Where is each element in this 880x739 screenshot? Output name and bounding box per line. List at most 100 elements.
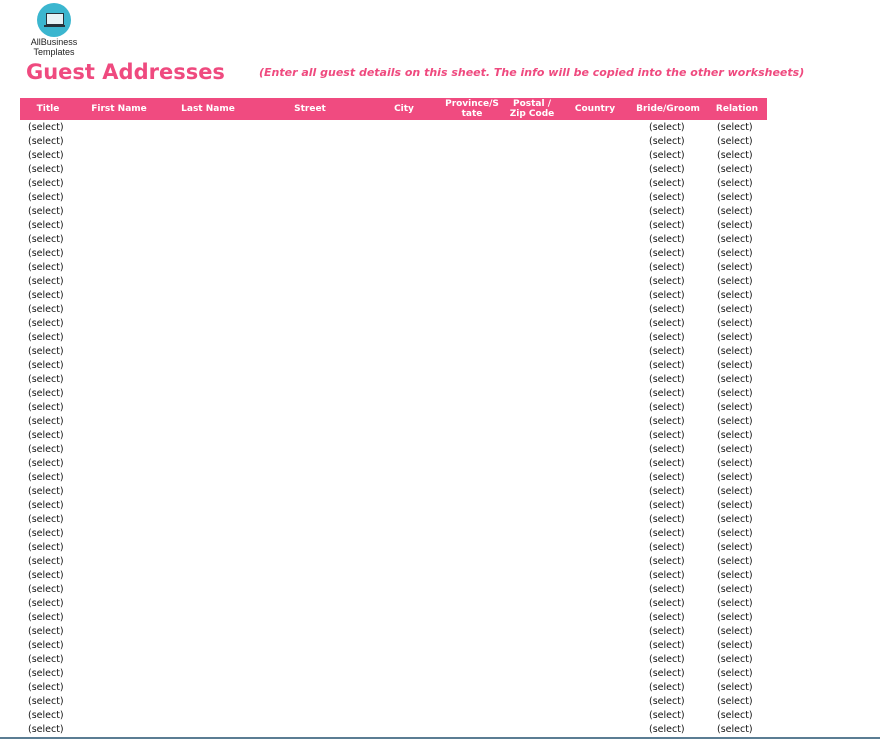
bride-groom-select[interactable]: (select) (649, 178, 685, 189)
title-select[interactable]: (select) (28, 416, 64, 427)
title-select[interactable]: (select) (28, 598, 64, 609)
title-select[interactable]: (select) (28, 234, 64, 245)
relation-select[interactable]: (select) (717, 528, 753, 539)
title-select[interactable]: (select) (28, 388, 64, 399)
title-select[interactable]: (select) (28, 178, 64, 189)
relation-select[interactable]: (select) (717, 178, 753, 189)
bride-groom-select[interactable]: (select) (649, 570, 685, 581)
bride-groom-select[interactable]: (select) (649, 234, 685, 245)
bride-groom-select[interactable]: (select) (649, 612, 685, 623)
title-select[interactable]: (select) (28, 206, 64, 217)
relation-select[interactable]: (select) (717, 654, 753, 665)
bride-groom-select[interactable]: (select) (649, 262, 685, 273)
title-select[interactable]: (select) (28, 164, 64, 175)
bride-groom-select[interactable]: (select) (649, 696, 685, 707)
bride-groom-select[interactable]: (select) (649, 528, 685, 539)
title-select[interactable]: (select) (28, 682, 64, 693)
column-header-bride-groom[interactable]: Bride/Groom (632, 98, 704, 120)
bride-groom-select[interactable]: (select) (649, 122, 685, 133)
bride-groom-select[interactable]: (select) (649, 360, 685, 371)
relation-select[interactable]: (select) (717, 192, 753, 203)
title-select[interactable]: (select) (28, 430, 64, 441)
bride-groom-select[interactable]: (select) (649, 640, 685, 651)
bride-groom-select[interactable]: (select) (649, 626, 685, 637)
bride-groom-select[interactable]: (select) (649, 724, 685, 735)
relation-select[interactable]: (select) (717, 640, 753, 651)
relation-select[interactable]: (select) (717, 556, 753, 567)
bride-groom-select[interactable]: (select) (649, 374, 685, 385)
title-select[interactable]: (select) (28, 724, 64, 735)
title-select[interactable]: (select) (28, 276, 64, 287)
relation-select[interactable]: (select) (717, 290, 753, 301)
relation-select[interactable]: (select) (717, 304, 753, 315)
bride-groom-select[interactable]: (select) (649, 276, 685, 287)
relation-select[interactable]: (select) (717, 472, 753, 483)
column-header-city[interactable]: City (375, 98, 433, 120)
title-select[interactable]: (select) (28, 150, 64, 161)
title-select[interactable]: (select) (28, 402, 64, 413)
relation-select[interactable]: (select) (717, 360, 753, 371)
title-select[interactable]: (select) (28, 584, 64, 595)
title-select[interactable]: (select) (28, 500, 64, 511)
column-header-country[interactable]: Country (565, 98, 625, 120)
bride-groom-select[interactable]: (select) (649, 654, 685, 665)
title-select[interactable]: (select) (28, 192, 64, 203)
relation-select[interactable]: (select) (717, 486, 753, 497)
bride-groom-select[interactable]: (select) (649, 248, 685, 259)
title-select[interactable]: (select) (28, 122, 64, 133)
relation-select[interactable]: (select) (717, 710, 753, 721)
bride-groom-select[interactable]: (select) (649, 668, 685, 679)
bride-groom-select[interactable]: (select) (649, 458, 685, 469)
title-select[interactable]: (select) (28, 220, 64, 231)
bride-groom-select[interactable]: (select) (649, 682, 685, 693)
relation-select[interactable]: (select) (717, 668, 753, 679)
bride-groom-select[interactable]: (select) (649, 206, 685, 217)
relation-select[interactable]: (select) (717, 598, 753, 609)
title-select[interactable]: (select) (28, 696, 64, 707)
title-select[interactable]: (select) (28, 570, 64, 581)
bride-groom-select[interactable]: (select) (649, 332, 685, 343)
relation-select[interactable]: (select) (717, 220, 753, 231)
relation-select[interactable]: (select) (717, 318, 753, 329)
bride-groom-select[interactable]: (select) (649, 710, 685, 721)
relation-select[interactable]: (select) (717, 332, 753, 343)
bride-groom-select[interactable]: (select) (649, 500, 685, 511)
title-select[interactable]: (select) (28, 486, 64, 497)
relation-select[interactable]: (select) (717, 346, 753, 357)
title-select[interactable]: (select) (28, 262, 64, 273)
relation-select[interactable]: (select) (717, 682, 753, 693)
relation-select[interactable]: (select) (717, 416, 753, 427)
relation-select[interactable]: (select) (717, 262, 753, 273)
title-select[interactable]: (select) (28, 654, 64, 665)
bride-groom-select[interactable]: (select) (649, 402, 685, 413)
relation-select[interactable]: (select) (717, 444, 753, 455)
relation-select[interactable]: (select) (717, 150, 753, 161)
relation-select[interactable]: (select) (717, 164, 753, 175)
bride-groom-select[interactable]: (select) (649, 164, 685, 175)
relation-select[interactable]: (select) (717, 374, 753, 385)
column-header-province[interactable]: Province/S tate (440, 98, 504, 120)
title-select[interactable]: (select) (28, 332, 64, 343)
relation-select[interactable]: (select) (717, 276, 753, 287)
title-select[interactable]: (select) (28, 668, 64, 679)
title-select[interactable]: (select) (28, 626, 64, 637)
relation-select[interactable]: (select) (717, 388, 753, 399)
title-select[interactable]: (select) (28, 612, 64, 623)
title-select[interactable]: (select) (28, 346, 64, 357)
bride-groom-select[interactable]: (select) (649, 584, 685, 595)
relation-select[interactable]: (select) (717, 136, 753, 147)
relation-select[interactable]: (select) (717, 724, 753, 735)
relation-select[interactable]: (select) (717, 248, 753, 259)
bride-groom-select[interactable]: (select) (649, 472, 685, 483)
title-select[interactable]: (select) (28, 304, 64, 315)
bride-groom-select[interactable]: (select) (649, 192, 685, 203)
relation-select[interactable]: (select) (717, 514, 753, 525)
relation-select[interactable]: (select) (717, 122, 753, 133)
title-select[interactable]: (select) (28, 374, 64, 385)
relation-select[interactable]: (select) (717, 570, 753, 581)
column-header-first-name[interactable]: First Name (80, 98, 158, 120)
relation-select[interactable]: (select) (717, 542, 753, 553)
bride-groom-select[interactable]: (select) (649, 304, 685, 315)
relation-select[interactable]: (select) (717, 430, 753, 441)
title-select[interactable]: (select) (28, 318, 64, 329)
